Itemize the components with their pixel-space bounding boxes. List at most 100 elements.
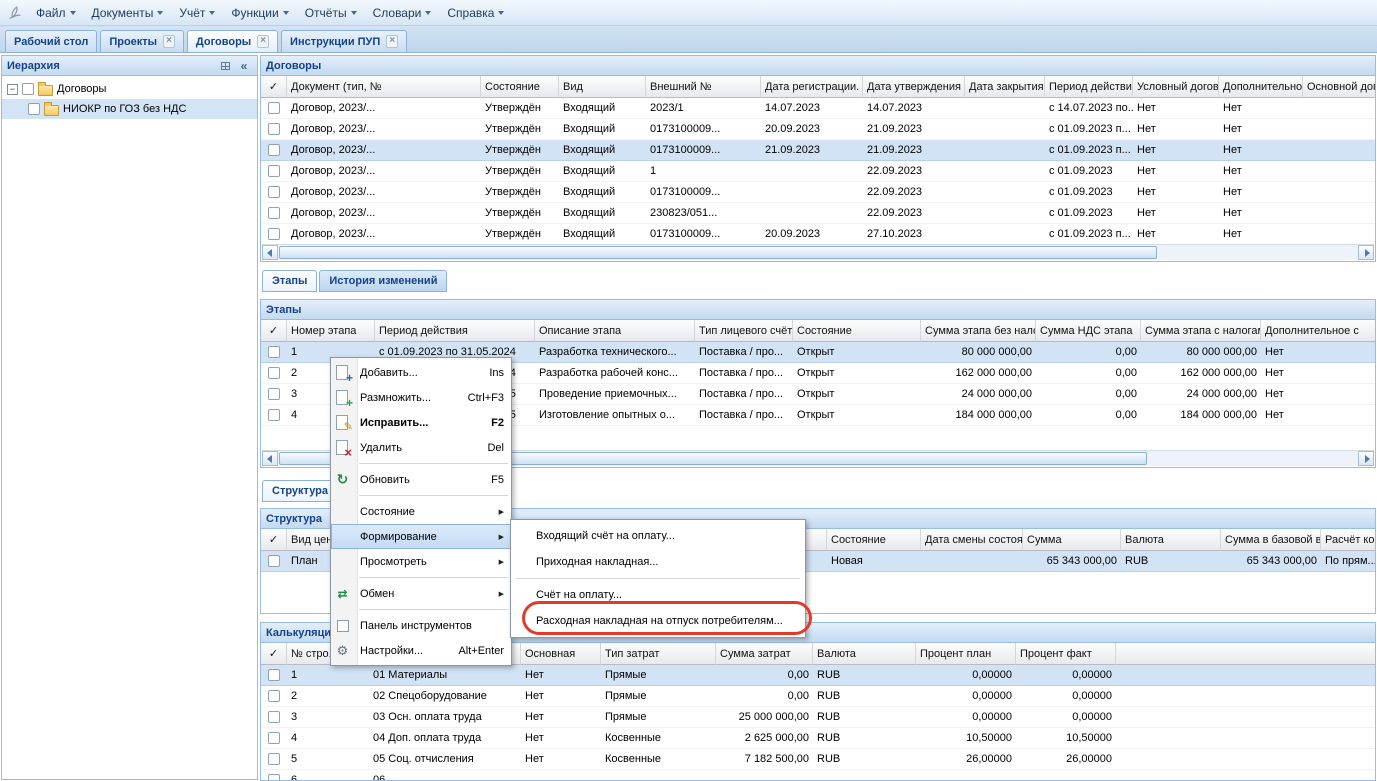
scroll-left-button[interactable] xyxy=(262,245,278,260)
column-header[interactable]: Дата смены состоя xyxy=(921,529,1023,551)
table-row[interactable]: Договор, 2023/...УтверждёнВходящий017310… xyxy=(261,182,1375,203)
collapse-node-icon[interactable] xyxy=(7,84,18,95)
column-header[interactable]: Расчёт ко xyxy=(1321,529,1375,551)
column-header[interactable]: Тип затрат xyxy=(601,643,716,665)
column-header[interactable]: Дополнительное с xyxy=(1261,320,1375,342)
close-icon[interactable]: × xyxy=(163,35,175,48)
select-all-header[interactable]: ✓ xyxy=(261,529,287,551)
row-checkbox[interactable] xyxy=(268,409,280,421)
tree-node-label[interactable]: Договоры xyxy=(57,83,106,95)
column-header[interactable]: Сумма этапа без налогов xyxy=(921,320,1036,342)
row-checkbox[interactable] xyxy=(268,367,280,379)
menubar-item[interactable]: Функции xyxy=(223,2,296,24)
close-icon[interactable]: × xyxy=(386,35,398,48)
collapse-panel-icon[interactable]: « xyxy=(236,59,252,73)
row-checkbox[interactable] xyxy=(268,669,280,681)
menubar-item[interactable]: Файл xyxy=(28,2,84,24)
table-row[interactable]: 505 Соц. отчисленияНетКосвенные7 182 500… xyxy=(261,749,1375,770)
row-checkbox[interactable] xyxy=(268,388,280,400)
table-row[interactable]: 101 МатериалыНетПрямые0,00RUB0,000000,00… xyxy=(261,665,1375,686)
column-header[interactable]: Сумма затрат xyxy=(716,643,813,665)
main-tab[interactable]: Проекты× xyxy=(100,30,184,52)
column-header[interactable]: Сумма в базовой в xyxy=(1221,529,1321,551)
table-row[interactable]: 404 Доп. оплата трудаНетКосвенные2 625 0… xyxy=(261,728,1375,749)
row-checkbox[interactable] xyxy=(268,774,280,781)
table-view-icon[interactable] xyxy=(217,59,233,73)
table-row[interactable]: Договор, 2023/...УтверждёнВходящий017310… xyxy=(261,140,1375,161)
tab-history[interactable]: История изменений xyxy=(319,270,447,292)
menu-item[interactable]: Добавить...Ins xyxy=(331,360,511,385)
column-header[interactable]: Дата закрытия xyxy=(965,76,1045,98)
menu-item[interactable]: Панель инструментов xyxy=(331,613,511,638)
menu-item[interactable]: Исправить...F2 xyxy=(331,410,511,435)
table-row[interactable]: Договор, 2023/...УтверждёнВходящий122.09… xyxy=(261,161,1375,182)
column-header[interactable]: Условный договор xyxy=(1133,76,1219,98)
table-row[interactable]: Договор, 2023/...УтверждёнВходящий230823… xyxy=(261,203,1375,224)
row-checkbox[interactable] xyxy=(268,228,280,240)
column-header[interactable]: Дата утверждения xyxy=(863,76,965,98)
row-checkbox[interactable] xyxy=(268,102,280,114)
tree-node-root[interactable]: Договоры xyxy=(2,79,257,99)
column-header[interactable]: Сумма xyxy=(1023,529,1121,551)
row-checkbox[interactable] xyxy=(268,753,280,765)
row-checkbox[interactable] xyxy=(268,711,280,723)
table-row[interactable]: Договор, 2023/...УтверждёнВходящий017310… xyxy=(261,224,1375,245)
select-all-header[interactable]: ✓ xyxy=(261,76,287,98)
tab-structure[interactable]: Структура xyxy=(262,480,338,502)
tree-checkbox[interactable] xyxy=(22,83,34,95)
menu-item[interactable]: Приходная накладная... xyxy=(511,549,805,575)
scroll-left-button[interactable] xyxy=(262,451,278,466)
tab-stages[interactable]: Этапы xyxy=(262,270,317,292)
menu-item[interactable]: Настройки...Alt+Enter xyxy=(331,638,511,663)
row-checkbox[interactable] xyxy=(268,555,280,567)
scroll-thumb[interactable] xyxy=(279,246,1157,259)
column-header[interactable]: Номер этапа xyxy=(287,320,375,342)
table-row[interactable]: 202 СпецоборудованиеНетПрямые0,00RUB0,00… xyxy=(261,686,1375,707)
menu-item[interactable]: Обмен▶ xyxy=(331,581,511,606)
column-header[interactable]: Внешний № xyxy=(646,76,761,98)
column-header[interactable]: Состояние xyxy=(481,76,559,98)
h-scrollbar[interactable] xyxy=(262,244,1374,260)
column-header[interactable]: Основная xyxy=(521,643,601,665)
column-header[interactable]: Валюта xyxy=(1121,529,1221,551)
menubar-item[interactable]: Словари xyxy=(365,2,440,24)
column-header[interactable] xyxy=(1116,643,1375,665)
column-header[interactable]: Основной договор xyxy=(1303,76,1375,98)
select-all-header[interactable]: ✓ xyxy=(261,320,287,342)
row-checkbox[interactable] xyxy=(268,144,280,156)
menubar-item[interactable]: Документы xyxy=(84,2,172,24)
row-checkbox[interactable] xyxy=(268,690,280,702)
menubar-item[interactable]: Учёт xyxy=(171,2,223,24)
tree-node-label[interactable]: НИОКР по ГОЗ без НДС xyxy=(63,103,186,115)
row-checkbox[interactable] xyxy=(268,165,280,177)
menu-item[interactable]: Расходная накладная на отпуск потребител… xyxy=(511,608,805,634)
column-header[interactable]: Состояние xyxy=(793,320,921,342)
column-header[interactable]: Состояние xyxy=(827,529,921,551)
menu-item[interactable]: УдалитьDel xyxy=(331,435,511,460)
tree-node-child[interactable]: НИОКР по ГОЗ без НДС xyxy=(2,99,257,119)
column-header[interactable]: Процент план xyxy=(916,643,1016,665)
menu-item[interactable]: Размножить...Ctrl+F3 xyxy=(331,385,511,410)
scroll-right-button[interactable] xyxy=(1358,245,1374,260)
table-row[interactable]: Договор, 2023/...УтверждёнВходящий017310… xyxy=(261,119,1375,140)
row-checkbox[interactable] xyxy=(268,123,280,135)
column-header[interactable]: Дополнительное с xyxy=(1219,76,1303,98)
row-checkbox[interactable] xyxy=(268,346,280,358)
column-header[interactable]: Документ (тип, № xyxy=(287,76,481,98)
column-header[interactable]: Описание этапа xyxy=(535,320,695,342)
column-header[interactable]: Вид xyxy=(559,76,646,98)
row-checkbox[interactable] xyxy=(268,186,280,198)
column-header[interactable]: Сумма НДС этапа xyxy=(1036,320,1141,342)
row-checkbox[interactable] xyxy=(268,732,280,744)
tree-checkbox[interactable] xyxy=(28,103,40,115)
row-checkbox[interactable] xyxy=(268,207,280,219)
menu-item[interactable]: ОбновитьF5 xyxy=(331,467,511,492)
scroll-right-button[interactable] xyxy=(1358,451,1374,466)
column-header[interactable]: Тип лицевого счёт xyxy=(695,320,793,342)
column-header[interactable]: Сумма этапа с налогами xyxy=(1141,320,1261,342)
table-row[interactable]: Договор, 2023/...УтверждёнВходящий2023/1… xyxy=(261,98,1375,119)
main-tab[interactable]: Договоры× xyxy=(187,30,278,52)
close-icon[interactable]: × xyxy=(257,35,269,48)
menu-item[interactable]: Формирование▶ xyxy=(331,524,511,549)
main-tab[interactable]: Инструкции ПУП× xyxy=(281,30,407,52)
